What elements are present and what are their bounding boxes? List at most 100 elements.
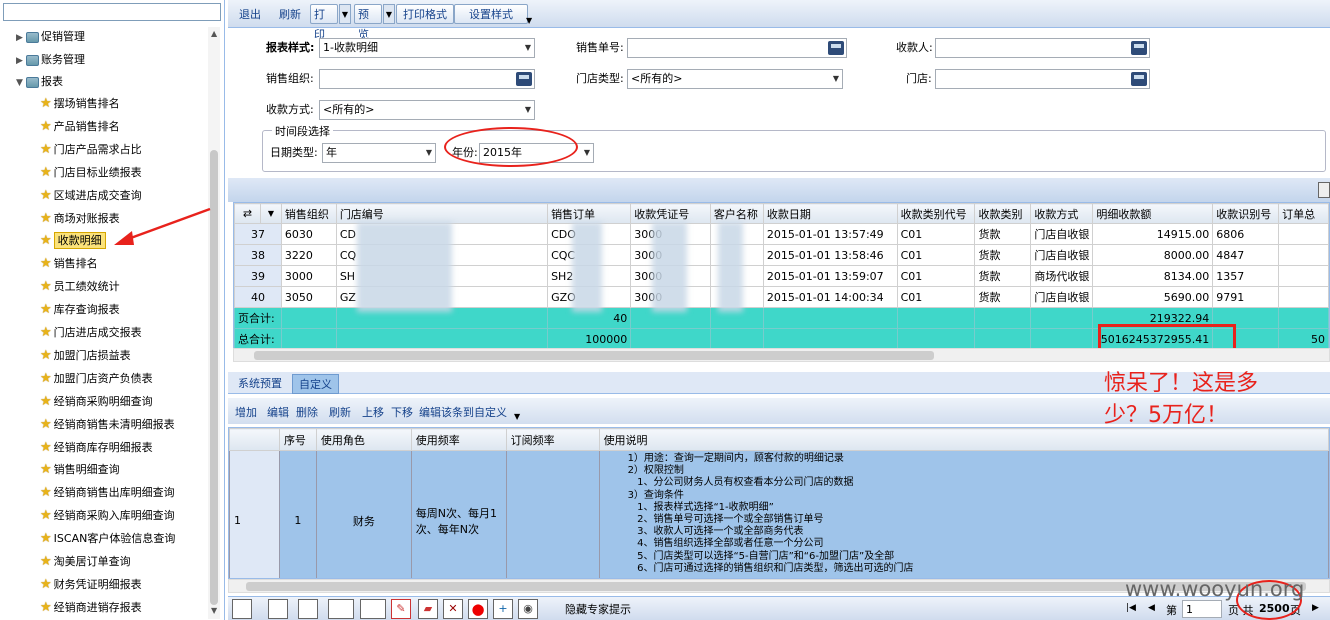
tree-item[interactable]: ★ 区域进店成交查询 [40,186,142,206]
toolbar-overflow-icon[interactable]: ▼ [514,412,520,421]
tree-group-promotion[interactable]: ▶ 促销管理 [16,27,85,47]
exit-button[interactable]: 退出 [232,4,268,24]
column-header[interactable]: 销售组织 [280,203,337,224]
grid-config-icon[interactable]: ⇄ [234,203,261,224]
first-page-icon[interactable]: |◀ [1126,603,1136,613]
grid-export-icon[interactable] [1318,182,1330,198]
set-style-button[interactable]: 设置样式 [454,4,528,24]
collapse-arrow-icon[interactable]: ▼ [16,73,26,93]
tree-item[interactable]: ★ 加盟门店资产负债表 [40,369,153,389]
preview-button[interactable]: 预览 [354,4,382,41]
dropdown-arrow-icon[interactable]: ▼ [830,70,842,88]
page-number-input[interactable]: 1 [1182,600,1222,618]
tree-item[interactable]: ★ 门店进店成交报表 [40,323,142,343]
pen-icon[interactable]: ✎ [391,599,411,619]
tree-item[interactable]: ★ 门店目标业绩报表 [40,163,142,183]
layout-4-icon[interactable] [328,599,354,619]
layout-1-icon[interactable] [232,599,252,619]
expand-arrow-icon[interactable]: ▶ [16,28,26,48]
tree-item[interactable]: ★ 收款明细 [40,231,106,251]
next-page-icon[interactable]: ▶ [1312,603,1319,613]
tree-item[interactable]: ★ 加盟门店损益表 [40,346,131,366]
scroll-down-icon[interactable]: ▼ [211,606,217,615]
column-header[interactable]: 销售订单 [547,203,632,224]
add-note-icon[interactable]: + [493,599,513,619]
refresh-button[interactable]: 刷新 [272,4,308,24]
tab-custom[interactable]: 自定义 [292,374,339,394]
sales-org-input[interactable] [319,69,535,89]
dropdown-arrow-icon[interactable]: ▼ [522,101,534,119]
report-style-select[interactable]: 1-收款明细 ▼ [319,38,535,58]
pay-method-select[interactable]: <所有的> ▼ [319,100,535,120]
dropdown-arrow-icon[interactable]: ▼ [522,39,534,57]
tree-group-accounts[interactable]: ▶ 账务管理 [16,50,85,70]
column-header[interactable]: 收款凭证号 [630,203,711,224]
dropdown-arrow-icon[interactable]: ▼ [423,144,435,162]
column-header[interactable]: 收款方式 [1030,203,1094,224]
edit-button[interactable]: 编辑 [264,402,292,422]
tree-item[interactable]: ★ 产品销售排名 [40,117,120,137]
record-icon[interactable]: ● [468,599,488,619]
tree-item[interactable]: ★ 财务凭证明细报表 [40,575,142,595]
table-row[interactable]: 1 1 财务 每周N次、每月1次、每年N次 1）用途：查询一定期间内，顾客付款的… [229,450,1329,578]
column-header[interactable]: 收款类别 [974,203,1032,224]
layout-3-icon[interactable] [298,599,318,619]
expand-arrow-icon[interactable]: ▶ [16,51,26,71]
move-up-button[interactable]: 上移 [359,402,387,422]
column-header[interactable]: 订单总 [1278,203,1329,224]
tree-item[interactable]: ★ 库存查询报表 [40,300,120,320]
print-button[interactable]: 打印 [310,4,338,41]
column-menu-icon[interactable]: ▼ [259,203,282,224]
tree-item[interactable]: ★ 销售排名 [40,254,98,274]
tree-item[interactable]: ★ 淘美居订单查询 [40,552,131,572]
layout-2-icon[interactable] [268,599,288,619]
col-role[interactable]: 使用角色 [315,428,412,451]
tree-item[interactable]: ★ 门店产品需求占比 [40,140,142,160]
column-header[interactable]: 收款识别号 [1212,203,1280,224]
tab-system-preset[interactable]: 系统预置 [232,374,288,394]
tree-item[interactable]: ★ 摆场销售排名 [40,94,120,114]
print-dropdown-icon[interactable]: ▼ [339,4,351,24]
col-freq[interactable]: 使用频率 [410,428,507,451]
date-type-select[interactable]: 年 ▼ [322,143,436,163]
tree-item[interactable]: ★ ISCAN客户体验信息查询 [40,529,175,549]
prev-page-icon[interactable]: ◀ [1148,603,1155,613]
lookup-icon[interactable] [1131,41,1147,55]
tree-item[interactable]: ★ 商场对账报表 [40,209,120,229]
tree-group-reports[interactable]: ▼ 报表 [16,72,63,92]
store-input[interactable] [935,69,1150,89]
eraser-icon[interactable]: ▰ [418,599,438,619]
delete-button[interactable]: 删除 [293,402,321,422]
toolbar-overflow-icon[interactable]: ▼ [526,16,532,25]
payee-input[interactable] [935,38,1150,58]
col-seq[interactable]: 序号 [278,428,317,451]
tree-item[interactable]: ★ 经销商采购明细查询 [40,392,153,412]
preview-dropdown-icon[interactable]: ▼ [383,4,395,24]
move-down-button[interactable]: 下移 [388,402,416,422]
edit-to-custom-button[interactable]: 编辑该条到自定义 [416,402,510,422]
tree-item[interactable]: ★ 经销商销售出库明细查询 [40,483,175,503]
column-header[interactable]: 门店编号 [335,203,549,224]
column-header[interactable]: 收款日期 [762,203,898,224]
tree-item[interactable]: ★ 经销商采购入库明细查询 [40,506,175,526]
lookup-icon[interactable] [1131,72,1147,86]
scroll-up-icon[interactable]: ▲ [211,29,217,38]
tree-item[interactable]: ★ 经销商销售未清明细报表 [40,415,175,435]
add-button[interactable]: 增加 [232,402,260,422]
print-format-button[interactable]: 打印格式 [396,4,454,24]
clear-icon[interactable]: ✕ [443,599,463,619]
sales-no-input[interactable] [627,38,847,58]
refresh-list-button[interactable]: 刷新 [326,402,354,422]
column-header[interactable]: 收款类别代号 [896,203,976,224]
lookup-icon[interactable] [516,72,532,86]
lookup-icon[interactable] [828,41,844,55]
tree-search-input[interactable] [3,3,221,21]
layout-5-icon[interactable] [360,599,386,619]
column-header[interactable]: 明细收款额 [1092,203,1214,224]
tree-item[interactable]: ★ 经销商库存明细报表 [40,438,153,458]
tree-item[interactable]: ★ 经销商进销存报表 [40,598,142,618]
dropdown-arrow-icon[interactable]: ▼ [581,144,593,162]
column-header[interactable]: 客户名称 [709,203,764,224]
tree-item[interactable]: ★ 销售明细查询 [40,460,120,480]
grid-scrollbar-thumb[interactable] [254,351,934,360]
